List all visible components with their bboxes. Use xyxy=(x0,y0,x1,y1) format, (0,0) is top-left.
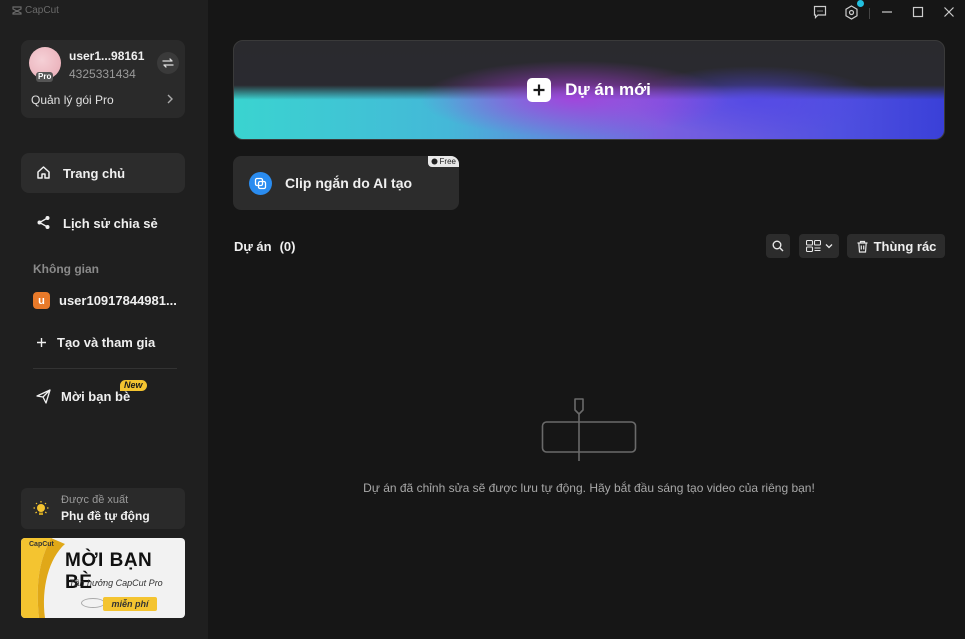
search-button[interactable] xyxy=(766,234,790,258)
user-card[interactable]: Pro user1...98161 4325331434 Quản lý gói… xyxy=(21,40,185,118)
workspace-name: user10917844981... xyxy=(59,293,177,308)
projects-heading: Dự án (0) xyxy=(234,239,295,254)
ai-short-clip-button[interactable]: Clip ngắn do AI tạo Free xyxy=(233,156,459,210)
notification-dot xyxy=(857,0,864,7)
lightbulb-icon xyxy=(33,501,49,515)
close-icon[interactable] xyxy=(943,5,955,19)
minimize-icon[interactable] xyxy=(881,5,893,19)
suggestion-title: Phụ đề tự động xyxy=(61,509,150,523)
create-join-button[interactable]: Tạo và tham gia xyxy=(36,335,155,350)
empty-projects-illustration xyxy=(541,398,637,461)
home-icon xyxy=(37,166,50,179)
suggestion-card[interactable]: Được đề xuất Phụ đề tự động xyxy=(21,488,185,529)
free-badge-label: Free xyxy=(439,157,456,166)
sparkle-icon xyxy=(431,158,438,165)
switch-arrows-icon xyxy=(162,58,174,68)
plus-square-icon xyxy=(527,78,552,102)
workspace-section-title: Không gian xyxy=(33,262,99,276)
new-project-label: Dự án mới xyxy=(565,80,651,99)
search-icon xyxy=(772,240,784,252)
switch-account-button[interactable] xyxy=(157,52,179,74)
view-mode-dropdown[interactable] xyxy=(799,234,839,258)
maximize-icon[interactable] xyxy=(912,5,924,19)
projects-count: (0) xyxy=(279,239,296,254)
tag-string-graphic xyxy=(81,598,105,608)
trash-label: Thùng rác xyxy=(873,238,937,254)
sidebar: CapCut Pro user1...98161 4325331434 Quản… xyxy=(0,0,208,639)
suggestion-caption: Được đề xuất xyxy=(61,494,129,506)
promo-brand: CapCut xyxy=(29,541,54,548)
paper-plane-icon xyxy=(36,389,51,404)
workspace-badge: u xyxy=(33,292,50,309)
ai-clip-label: Clip ngắn do AI tạo xyxy=(285,175,413,191)
feedback-icon[interactable] xyxy=(813,5,827,19)
sidebar-item-label: Lịch sử chia sẻ xyxy=(63,215,158,231)
invite-label: Mời bạn bè xyxy=(61,389,131,404)
promo-tag: miễn phí xyxy=(103,597,157,611)
manage-pro-link[interactable]: Quản lý gói Pro xyxy=(31,93,114,107)
free-badge: Free xyxy=(427,156,459,167)
titlebar-divider xyxy=(869,8,870,19)
promo-subtitle: Tận hưởng CapCut Pro xyxy=(69,578,163,588)
user-name: user1...98161 xyxy=(69,49,145,63)
sidebar-item-share-history[interactable]: Lịch sử chia sẻ xyxy=(21,203,185,243)
projects-title: Dự án xyxy=(234,239,272,254)
sidebar-item-label: Trang chủ xyxy=(63,165,126,181)
ai-clip-icon xyxy=(249,172,272,195)
plus-icon xyxy=(37,338,46,347)
create-join-label: Tạo và tham gia xyxy=(57,335,156,350)
empty-state-message: Dự án đã chỉnh sửa sẽ được lưu tự động. … xyxy=(363,481,815,495)
app-logo: CapCut xyxy=(12,5,59,16)
workspace-item[interactable]: u user10917844981... xyxy=(33,292,177,309)
app-name: CapCut xyxy=(25,5,59,16)
invite-friends-button[interactable]: Mời bạn bè xyxy=(36,389,130,404)
share-icon xyxy=(37,216,50,229)
sidebar-item-home[interactable]: Trang chủ xyxy=(21,153,185,193)
settings-icon[interactable] xyxy=(844,5,859,20)
user-id: 4325331434 xyxy=(69,67,136,81)
invite-promo-banner[interactable]: CapCut MỜI BẠN BÈ Tận hưởng CapCut Pro m… xyxy=(21,538,185,618)
new-project-button[interactable]: Dự án mới xyxy=(233,40,945,140)
sidebar-divider xyxy=(33,368,177,369)
pro-badge: Pro xyxy=(36,72,54,82)
new-badge: New xyxy=(120,380,147,391)
trash-button[interactable]: Thùng rác xyxy=(847,234,945,258)
chevron-right-icon xyxy=(167,94,173,104)
capcut-logo-icon xyxy=(12,6,22,15)
chevron-down-icon xyxy=(825,244,832,249)
trash-icon xyxy=(857,240,868,253)
grid-view-icon xyxy=(805,240,821,252)
